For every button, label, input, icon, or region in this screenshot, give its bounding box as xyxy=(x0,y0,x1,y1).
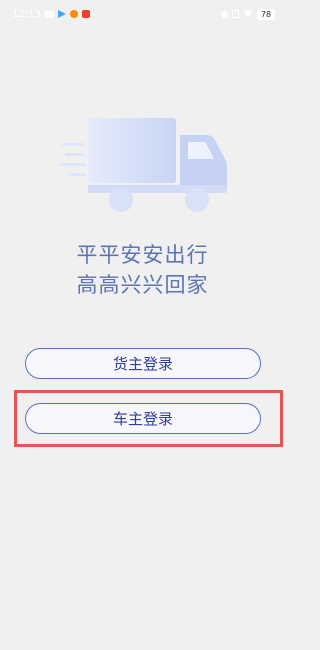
speed-line xyxy=(68,173,86,176)
truck-icon xyxy=(60,118,227,212)
status-time: 12:13 xyxy=(12,8,41,20)
speed-line xyxy=(65,153,85,156)
speed-line xyxy=(60,163,86,166)
shopping-app-icon xyxy=(81,10,90,18)
slogan-line-2: 高高兴兴回家 xyxy=(76,273,209,297)
truck-cargo xyxy=(88,118,176,183)
slogan-line-1: 平平安安出行 xyxy=(76,243,209,267)
battery-indicator: 78 xyxy=(257,8,275,20)
status-bar: 12:13 78 xyxy=(0,0,285,28)
status-left: 12:13 xyxy=(12,9,90,20)
alarm-icon xyxy=(221,10,228,18)
telegram-icon xyxy=(57,10,66,18)
truck-wheel-rear xyxy=(109,188,133,212)
sim-card-icon xyxy=(232,10,239,18)
weibo-icon xyxy=(69,10,78,18)
status-right: 78 xyxy=(221,8,275,20)
message-icon xyxy=(44,10,54,18)
wifi-icon xyxy=(243,10,253,18)
truck-chassis xyxy=(88,185,227,193)
driver-login-button[interactable]: 车主登录 xyxy=(25,403,261,434)
shipper-login-button[interactable]: 货主登录 xyxy=(25,348,261,379)
truck-wheel-front xyxy=(185,188,209,212)
speed-line xyxy=(62,143,84,146)
slogan: 平平安安出行 高高兴兴回家 xyxy=(0,240,285,300)
